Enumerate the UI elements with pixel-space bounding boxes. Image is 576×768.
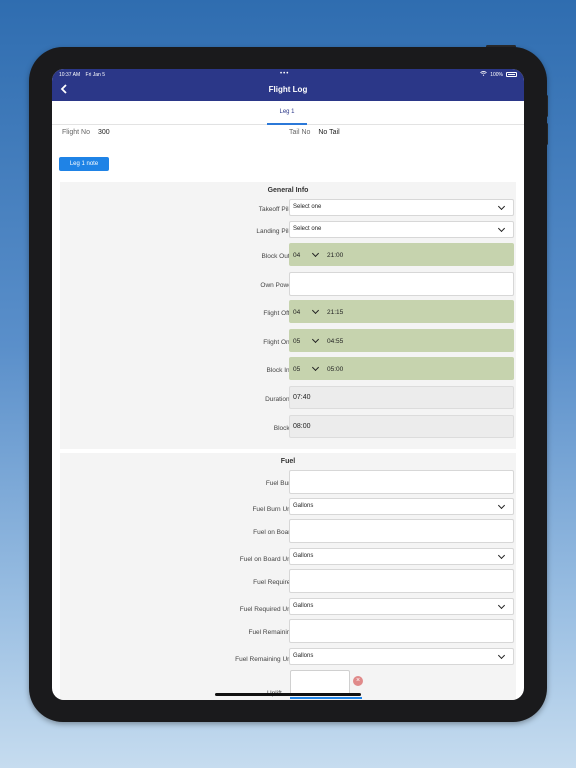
block-out-day: 04 (293, 252, 301, 259)
block-in-label: Block In (266, 367, 290, 374)
chevron-down-icon (497, 202, 506, 211)
tail-no-value: No Tail (318, 129, 340, 136)
status-bar: 10:37 AM Fri Jan 5 ••• 100% (52, 69, 524, 80)
page-title: Flight Log (268, 85, 308, 94)
battery-icon (506, 72, 517, 77)
flight-off-field[interactable]: 04 21:15 (289, 300, 514, 323)
chevron-down-icon (497, 224, 506, 233)
fuel-required-unit-select[interactable]: Gallons (289, 598, 514, 615)
fuel-burn-unit-select[interactable]: Gallons (289, 498, 514, 515)
fuel-required-label: Fuel Required (253, 579, 294, 586)
flight-no-label: Flight No (62, 129, 91, 136)
tab-leg-1[interactable]: Leg 1 (267, 101, 307, 125)
fuel-burn-input[interactable] (289, 470, 514, 494)
fuel-on-board-unit-label: Fuel on Board Unit (239, 556, 294, 563)
takeoff-pilot-select[interactable]: Select one (289, 199, 514, 216)
duration-label: Duration (265, 396, 290, 403)
nav-bar: Flight Log (52, 80, 524, 101)
fuel-remaining-unit-label: Fuel Remaining Unit (235, 656, 294, 663)
section-title: General Info (267, 187, 309, 194)
fuel-required-unit-label: Fuel Required Unit (239, 606, 294, 613)
fuel-remaining-label: Fuel Remaining (248, 629, 294, 636)
flight-on-field[interactable]: 05 04:55 (289, 329, 514, 352)
wifi-icon (480, 71, 488, 78)
own-power-input[interactable] (289, 272, 514, 296)
battery-percent: 100% (490, 71, 503, 78)
block-in-time: 05:00 (327, 366, 344, 373)
flight-on-day: 05 (293, 338, 301, 345)
chevron-down-icon (311, 306, 320, 315)
leg-note-button[interactable]: Leg 1 note (59, 157, 109, 171)
fuel-on-board-label: Fuel on Board (253, 529, 294, 536)
uplift-input[interactable] (290, 670, 350, 695)
block-label: Block (273, 425, 290, 432)
home-indicator[interactable] (215, 693, 361, 696)
block-in-day: 05 (293, 366, 301, 373)
landing-pilot-select[interactable]: Select one (289, 221, 514, 238)
flight-off-time: 21:15 (327, 309, 344, 316)
fuel-required-unit-value: Gallons (293, 603, 314, 609)
general-info-section: General Info Takeoff Pilot Select one La… (60, 182, 516, 449)
multitask-dots[interactable]: ••• (280, 71, 289, 77)
fuel-on-board-unit-value: Gallons (293, 553, 314, 559)
leg-tabs: Leg 1 (52, 101, 524, 125)
takeoff-pilot-value: Select one (293, 204, 322, 210)
flight-on-time: 04:55 (327, 338, 344, 345)
block-value: 08:00 (293, 423, 311, 430)
fuel-section: Fuel Fuel Burn Fuel Burn Unit Gallons Fu… (60, 453, 516, 700)
uplift-focus-line (290, 697, 362, 699)
chevron-down-icon (311, 335, 320, 344)
clear-icon[interactable]: × (353, 676, 363, 686)
flight-info-row: Flight No 300 Tail No No Tail (62, 127, 514, 141)
chevron-down-icon (497, 601, 506, 610)
status-date: Fri Jan 5 (85, 71, 105, 78)
block-field: 08:00 (289, 415, 514, 438)
flight-no-value: 300 (97, 129, 110, 136)
chevron-down-icon (311, 363, 320, 372)
chevron-down-icon (311, 249, 320, 258)
fuel-remaining-input[interactable] (289, 619, 514, 643)
block-out-label: Block Out (261, 253, 290, 260)
duration-field: 07:40 (289, 386, 514, 409)
block-out-time: 21:00 (327, 252, 344, 259)
fuel-remaining-unit-select[interactable]: Gallons (289, 648, 514, 665)
chevron-down-icon (497, 651, 506, 660)
flight-off-day: 04 (293, 309, 301, 316)
block-out-field[interactable]: 04 21:00 (289, 243, 514, 266)
app-screen: 10:37 AM Fri Jan 5 ••• 100% Flight Log L… (52, 69, 524, 700)
chevron-down-icon (497, 501, 506, 510)
block-in-field[interactable]: 05 05:00 (289, 357, 514, 380)
section-title: Fuel (280, 458, 296, 465)
fuel-on-board-unit-select[interactable]: Gallons (289, 548, 514, 565)
duration-value: 07:40 (293, 394, 311, 401)
flight-on-label: Flight On (263, 339, 290, 346)
fuel-remaining-unit-value: Gallons (293, 653, 314, 659)
landing-pilot-value: Select one (293, 226, 322, 232)
flight-off-label: Flight Off (263, 310, 290, 317)
fuel-burn-unit-value: Gallons (293, 503, 314, 509)
tab-active-indicator (267, 123, 307, 125)
tab-label: Leg 1 (279, 109, 295, 115)
fuel-required-input[interactable] (289, 569, 514, 593)
status-time: 10:37 AM (59, 71, 81, 78)
tail-no-label: Tail No (289, 129, 311, 136)
fuel-on-board-input[interactable] (289, 519, 514, 543)
fuel-burn-unit-label: Fuel Burn Unit (252, 506, 294, 513)
chevron-down-icon (497, 551, 506, 560)
